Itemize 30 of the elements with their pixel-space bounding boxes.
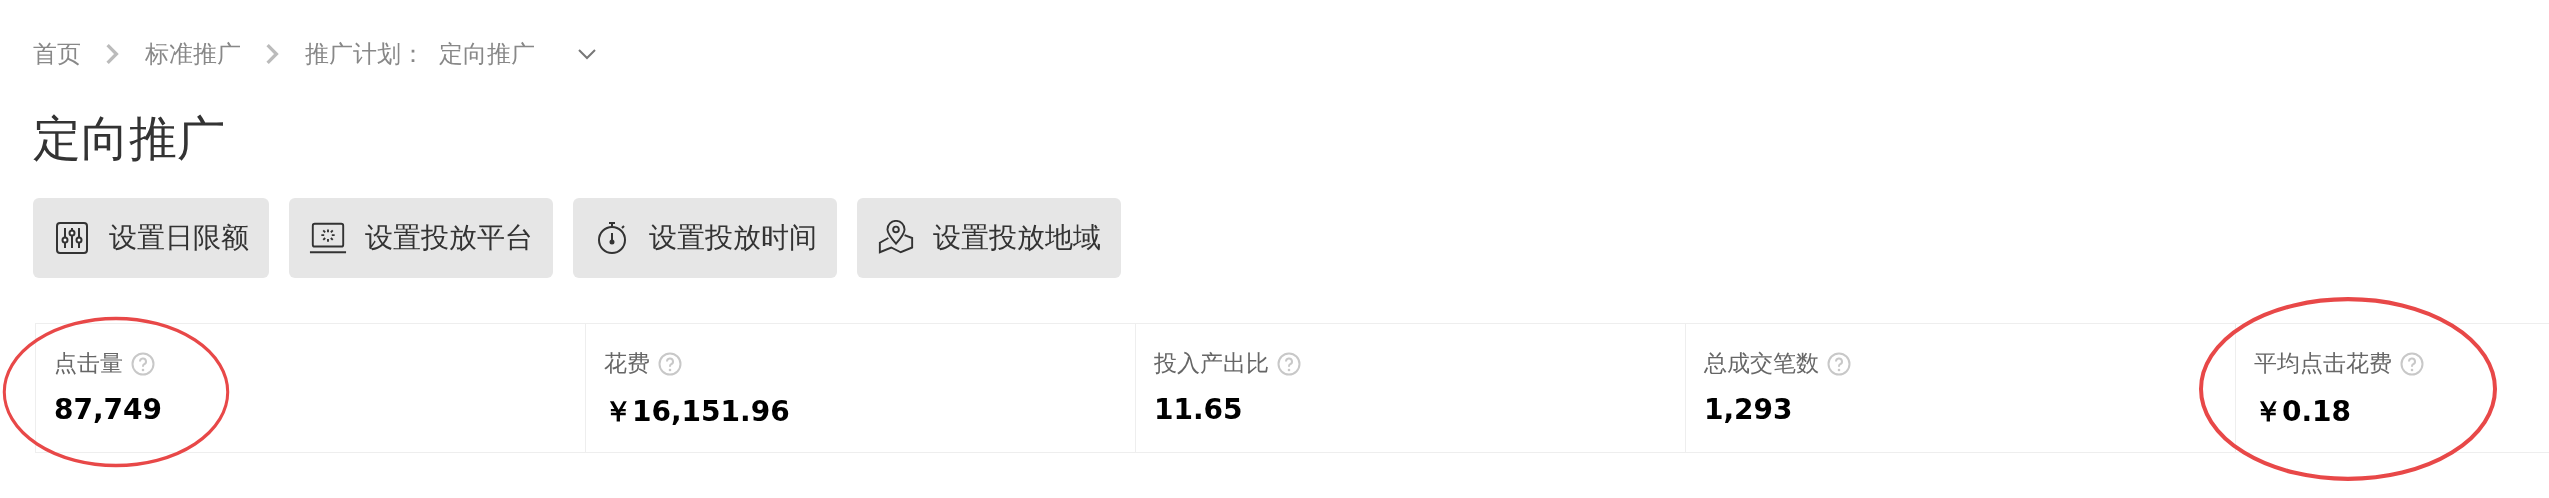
action-button[interactable]: 设置投放平台 xyxy=(289,198,553,278)
metric-label: 总成交笔数 xyxy=(1704,349,1819,378)
action-button[interactable]: 设置日限额 xyxy=(33,198,269,278)
action-button[interactable]: 设置投放地域 xyxy=(857,198,1121,278)
metric-label: 点击量 xyxy=(54,349,123,378)
metric-value: ￥0.18 xyxy=(2254,394,2353,430)
metric-value: 87,749 xyxy=(54,393,164,426)
help-icon[interactable] xyxy=(1277,351,1301,376)
metric-label: 花费 xyxy=(604,349,650,378)
help-icon[interactable] xyxy=(131,351,155,376)
breadcrumb-link[interactable]: 标准推广 xyxy=(145,38,241,70)
help-icon[interactable] xyxy=(658,351,682,376)
metric-value: 1,293 xyxy=(1704,393,1794,426)
page-title: 定向推广 xyxy=(33,109,226,168)
metric-label: 投入产出比 xyxy=(1154,349,1269,378)
laptop-icon xyxy=(309,220,347,256)
metric-value: 11.65 xyxy=(1154,393,1244,426)
help-icon[interactable] xyxy=(2400,351,2424,376)
metric-label: 平均点击花费 xyxy=(2254,349,2392,378)
breadcrumb-link[interactable]: 首页 xyxy=(33,38,81,70)
sliders-icon xyxy=(53,220,91,256)
action-button[interactable]: 设置投放时间 xyxy=(573,198,837,278)
metric-value: ￥16,151.96 xyxy=(604,394,791,430)
chevron-right-icon xyxy=(105,43,119,65)
help-icon[interactable] xyxy=(1827,351,1851,376)
map-pin-icon xyxy=(877,220,915,256)
plan-dropdown[interactable]: 定向推广 xyxy=(425,38,597,70)
caret-icon xyxy=(577,48,597,60)
chevron-right-icon xyxy=(265,43,279,65)
breadcrumb-label: 推广计划： xyxy=(305,39,425,70)
